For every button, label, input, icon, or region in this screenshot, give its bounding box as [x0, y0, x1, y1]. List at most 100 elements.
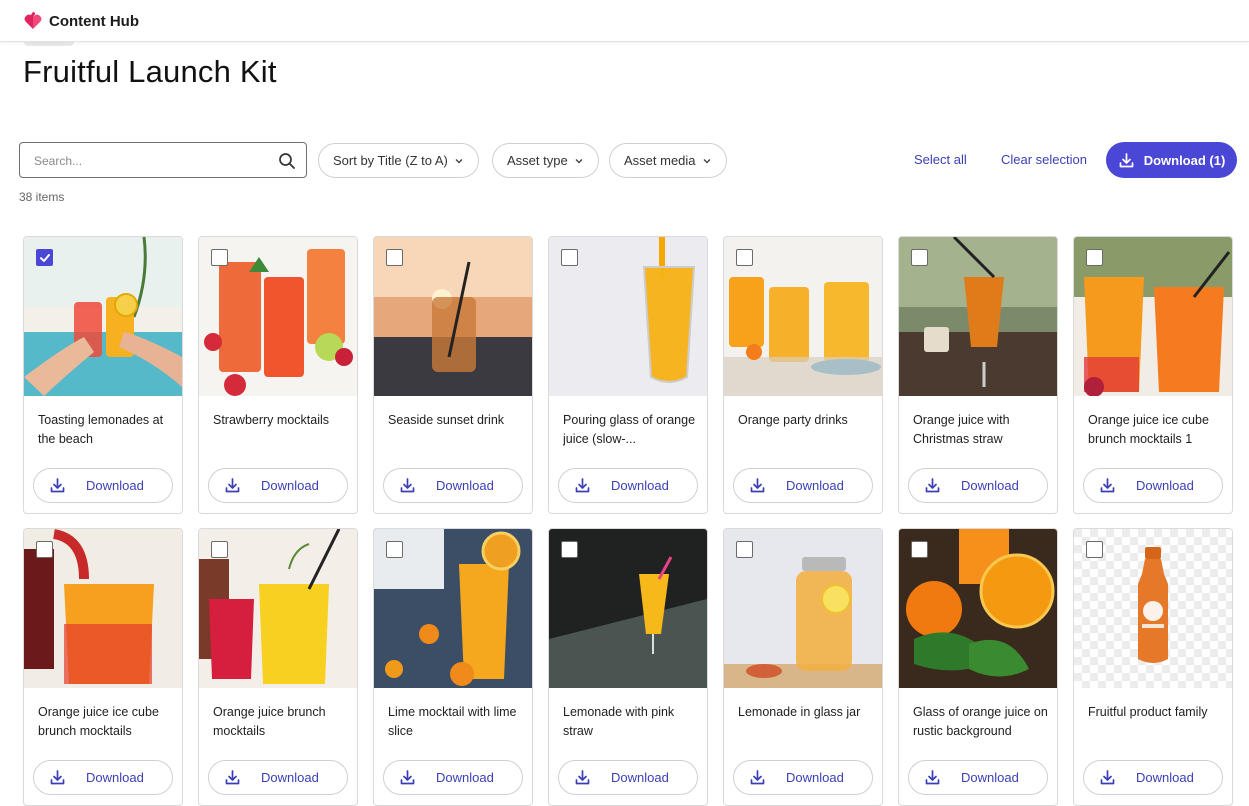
download-icon	[50, 478, 65, 493]
download-icon	[925, 478, 940, 493]
asset-select-checkbox[interactable]	[211, 249, 228, 266]
download-icon	[575, 478, 590, 493]
clear-selection-button[interactable]: Clear selection	[1001, 152, 1087, 167]
asset-card[interactable]: Lemonade with pink straw Download	[548, 528, 708, 806]
asset-type-filter[interactable]: Asset type	[492, 143, 599, 178]
download-icon	[1100, 770, 1115, 785]
chevron-down-icon	[455, 158, 463, 163]
content-hub-logo-icon	[24, 12, 42, 29]
asset-select-checkbox[interactable]	[386, 541, 403, 558]
asset-title: Orange juice ice cube brunch mocktails	[38, 705, 159, 738]
asset-card[interactable]: Orange juice ice cube brunch mocktails Do…	[23, 528, 183, 806]
brand[interactable]: Content Hub	[23, 11, 139, 31]
asset-card[interactable]: Pouring glass of orange juice (slow-... D…	[548, 236, 708, 514]
download-icon	[50, 770, 65, 785]
asset-title: Glass of orange juice on rustic backgrou…	[913, 705, 1048, 738]
app-name: Content Hub	[49, 12, 139, 30]
asset-download-button[interactable]: Download	[208, 468, 348, 503]
search-icon[interactable]	[278, 152, 296, 170]
asset-download-button[interactable]: Download	[1083, 760, 1223, 795]
asset-download-button[interactable]: Download	[908, 760, 1048, 795]
asset-download-label: Download	[86, 478, 144, 493]
asset-download-button[interactable]: Download	[558, 760, 698, 795]
asset-title: Orange juice with Christmas straw	[913, 413, 1010, 446]
asset-download-label: Download	[786, 770, 844, 785]
asset-media-filter[interactable]: Asset media	[609, 143, 727, 178]
asset-select-checkbox[interactable]	[36, 541, 53, 558]
asset-download-label: Download	[961, 478, 1019, 493]
asset-select-checkbox[interactable]	[1086, 541, 1103, 558]
download-icon	[1119, 152, 1134, 167]
asset-card[interactable]: Orange party drinks Download	[723, 236, 883, 514]
checkmark-icon	[39, 253, 50, 262]
asset-download-button[interactable]: Download	[33, 760, 173, 795]
asset-download-label: Download	[611, 770, 669, 785]
asset-download-label: Download	[786, 478, 844, 493]
asset-download-button[interactable]: Download	[33, 468, 173, 503]
search-box[interactable]	[19, 142, 307, 178]
chevron-down-icon	[703, 158, 711, 163]
download-selected-label: Download (1)	[1143, 152, 1226, 168]
download-icon	[400, 478, 415, 493]
asset-download-button[interactable]: Download	[558, 468, 698, 503]
select-all-button[interactable]: Select all	[914, 152, 967, 167]
asset-select-checkbox[interactable]	[911, 249, 928, 266]
download-icon	[575, 770, 590, 785]
asset-download-label: Download	[611, 478, 669, 493]
asset-card[interactable]: Strawberry mocktails Download	[198, 236, 358, 514]
asset-select-checkbox[interactable]	[561, 249, 578, 266]
asset-type-filter-label: Asset type	[507, 153, 568, 168]
asset-card[interactable]: Glass of orange juice on rustic backgrou…	[898, 528, 1058, 806]
search-input[interactable]	[34, 152, 274, 170]
asset-download-label: Download	[86, 770, 144, 785]
download-icon	[925, 770, 940, 785]
asset-select-checkbox[interactable]	[736, 541, 753, 558]
asset-card[interactable]: Seaside sunset drink Download	[373, 236, 533, 514]
asset-select-checkbox[interactable]	[736, 249, 753, 266]
asset-download-button[interactable]: Download	[1083, 468, 1223, 503]
asset-title: Orange juice brunch mocktails	[213, 705, 326, 738]
asset-card[interactable]: Orange juice ice cube brunch mocktails 1…	[1073, 236, 1233, 514]
download-icon	[225, 478, 240, 493]
asset-media-filter-label: Asset media	[624, 153, 696, 168]
download-icon	[400, 770, 415, 785]
asset-download-label: Download	[961, 770, 1019, 785]
top-bar: Content Hub	[0, 0, 1249, 42]
asset-title: Pouring glass of orange juice (slow-...	[563, 413, 696, 446]
download-icon	[225, 770, 240, 785]
asset-title: Lemonade in glass jar	[738, 705, 861, 719]
asset-select-checkbox[interactable]	[1086, 249, 1103, 266]
download-icon	[750, 478, 765, 493]
asset-download-button[interactable]: Download	[208, 760, 348, 795]
asset-title: Orange party drinks	[738, 413, 848, 427]
chevron-down-icon	[575, 158, 583, 163]
asset-download-button[interactable]: Download	[908, 468, 1048, 503]
sort-dropdown-label: Sort by Title (Z to A)	[333, 153, 448, 168]
asset-download-label: Download	[1136, 770, 1194, 785]
asset-download-button[interactable]: Download	[383, 760, 523, 795]
asset-card[interactable]: Lime mocktail with lime slice Download	[373, 528, 533, 806]
asset-card[interactable]: Lemonade in glass jar Download	[723, 528, 883, 806]
asset-download-label: Download	[436, 478, 494, 493]
asset-download-button[interactable]: Download	[733, 468, 873, 503]
asset-title: Lime mocktail with lime slice	[388, 705, 517, 738]
asset-card[interactable]: Orange juice brunch mocktails Download	[198, 528, 358, 806]
asset-download-button[interactable]: Download	[383, 468, 523, 503]
asset-select-checkbox[interactable]	[911, 541, 928, 558]
asset-select-checkbox[interactable]	[211, 541, 228, 558]
items-count: 38 items	[19, 190, 65, 204]
asset-download-label: Download	[1136, 478, 1194, 493]
asset-title: Strawberry mocktails	[213, 413, 329, 427]
asset-select-checkbox[interactable]	[386, 249, 403, 266]
asset-select-checkbox[interactable]	[36, 249, 53, 266]
asset-card[interactable]: Orange juice with Christmas straw Downloa…	[898, 236, 1058, 514]
asset-title: Seaside sunset drink	[388, 413, 505, 427]
asset-download-button[interactable]: Download	[733, 760, 873, 795]
asset-select-checkbox[interactable]	[561, 541, 578, 558]
asset-card[interactable]: Toasting lemonades at the beach Download	[23, 236, 183, 514]
asset-title: Toasting lemonades at the beach	[38, 413, 164, 446]
asset-card[interactable]: Fruitful product family Download	[1073, 528, 1233, 806]
asset-title: Lemonade with pink straw	[563, 705, 675, 738]
sort-dropdown[interactable]: Sort by Title (Z to A)	[318, 143, 479, 178]
download-selected-button[interactable]: Download (1)	[1106, 142, 1237, 178]
